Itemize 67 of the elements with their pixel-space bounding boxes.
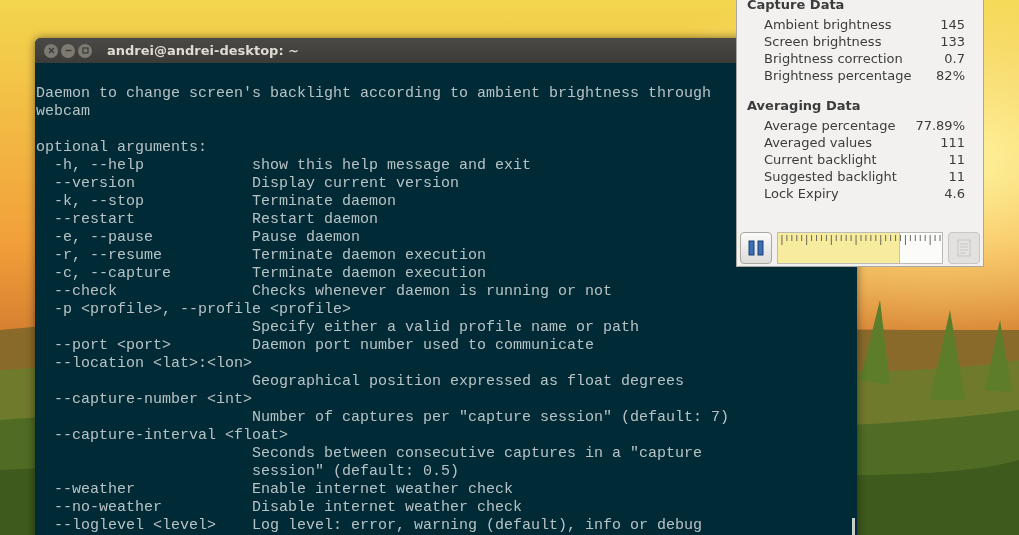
pause-button[interactable]	[740, 232, 772, 264]
stat-label: Brightness percentage	[764, 67, 912, 84]
pause-icon	[747, 239, 765, 257]
stat-value: 77.89%	[915, 117, 965, 134]
option-description: session" (default: 0.5)	[252, 463, 460, 481]
option-name: --check	[54, 283, 117, 300]
option-description: Display current version	[252, 175, 460, 193]
option-name: --no-weather	[54, 499, 163, 516]
option-description: Restart daemon	[252, 211, 379, 229]
stat-label: Suggested backlight	[764, 168, 897, 185]
stat-label: Average percentage	[764, 117, 896, 134]
window-title: andrei@andrei-desktop: ~	[107, 43, 299, 58]
option-description: Log level: error, warning (default), info or debug	[252, 517, 703, 535]
option-name: --weather	[54, 481, 135, 498]
terminal-text: webcam	[36, 103, 90, 121]
maximize-button[interactable]	[78, 43, 92, 58]
option-description: Terminate daemon execution	[252, 247, 487, 265]
close-button[interactable]	[44, 43, 58, 58]
option-description: Disable internet weather check	[252, 499, 523, 517]
stat-label: Brightness correction	[764, 50, 903, 67]
stat-label: Screen brightness	[764, 33, 882, 50]
option-name: --version	[54, 175, 135, 192]
stat-label: Averaged values	[764, 134, 873, 151]
minimize-icon	[64, 47, 72, 54]
maximize-icon	[81, 47, 89, 54]
minimize-button[interactable]	[61, 43, 75, 58]
option-name: --restart	[54, 211, 135, 228]
option-description: Terminate daemon	[252, 193, 397, 211]
stat-label: Ambient brightness	[764, 16, 892, 33]
option-name: -h, --help	[54, 157, 144, 174]
option-description: Geographical position expressed as float degrees	[252, 373, 685, 391]
option-description: Terminate daemon execution	[252, 265, 487, 283]
option-description: show this help message and exit	[252, 157, 532, 175]
option-name: --loglevel <level>	[54, 517, 217, 534]
stat-value: 11	[948, 168, 965, 185]
option-description: Pause daemon	[252, 229, 361, 247]
option-description: Number of captures per "capture session" (default: 7)	[252, 409, 730, 427]
option-description: Daemon port number used to communicate	[252, 337, 595, 355]
stat-value: 111	[940, 134, 965, 151]
scrollbar[interactable]	[852, 518, 855, 535]
option-name: -c, --capture	[54, 265, 172, 282]
option-name: --capture-number <int>	[54, 391, 253, 408]
stat-label: Lock Expiry	[764, 185, 839, 202]
option-name: -k, --stop	[54, 193, 144, 210]
option-name: --location <lat>:<lon>	[54, 355, 253, 372]
option-name: -r, --resume	[54, 247, 163, 264]
stat-value: 4.6	[944, 185, 965, 202]
option-name: -p <profile>, --profile <profile>	[54, 301, 352, 318]
terminal-text: Daemon to change screen's backlight according to ambient brightness through	[36, 85, 712, 103]
terminal-text: optional arguments:	[36, 139, 208, 157]
section-heading: Averaging Data	[747, 97, 862, 114]
option-description: Checks whenever daemon is running or not	[252, 283, 613, 301]
option-name: --capture-interval <float>	[54, 427, 289, 444]
option-name: --port <port>	[54, 337, 172, 354]
section-heading: Capture Data	[747, 0, 846, 13]
stat-label: Current backlight	[764, 151, 877, 168]
option-description: Specify either a valid profile name or path	[252, 319, 640, 337]
stat-value: 82%	[936, 67, 965, 84]
option-description: Seconds between consecutive captures in a "capture	[252, 445, 703, 463]
stat-value: 0.7	[944, 50, 965, 67]
stat-value: 133	[940, 33, 965, 50]
option-description: Enable internet weather check	[252, 481, 514, 499]
stat-value: 145	[940, 16, 965, 33]
option-name: -e, --pause	[54, 229, 154, 246]
stat-value: 11	[948, 151, 965, 168]
close-icon	[47, 47, 55, 54]
brightness-slider[interactable]	[777, 232, 943, 264]
